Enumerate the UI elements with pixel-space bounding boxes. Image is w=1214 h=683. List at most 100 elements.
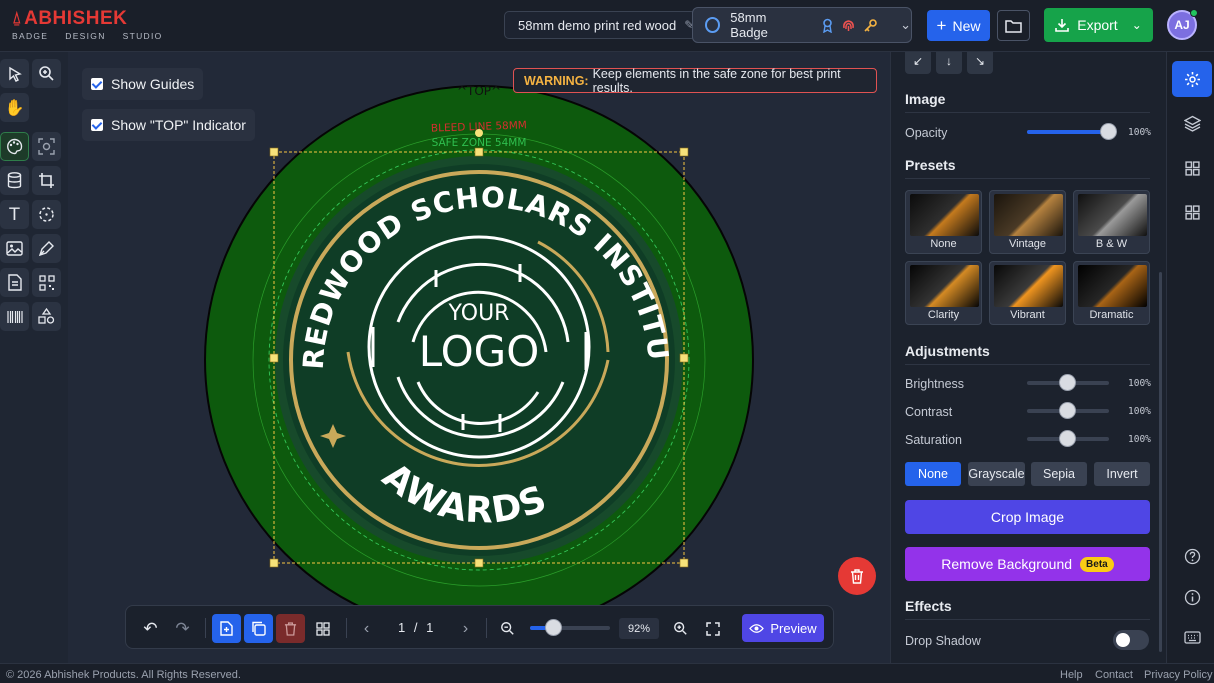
left-toolbar: ✋ T	[0, 52, 68, 663]
elements-tab[interactable]	[1172, 194, 1212, 230]
grid-icon	[1184, 160, 1200, 176]
new-button[interactable]: + New	[927, 10, 990, 41]
pan-tool-button[interactable]: ✋	[0, 93, 29, 122]
brightness-slider-knob[interactable]	[1059, 374, 1076, 391]
zoom-slider[interactable]	[530, 619, 610, 636]
show-top-checkbox[interactable]	[91, 119, 103, 131]
grid-view-button[interactable]	[308, 614, 337, 643]
remove-background-label: Remove Background	[941, 556, 1073, 572]
face-detect-tool-button[interactable]	[32, 132, 61, 161]
templates-tab[interactable]	[1172, 150, 1212, 186]
dashed-circle-icon	[39, 207, 54, 222]
preset-dramatic[interactable]: Dramatic	[1073, 261, 1150, 325]
color-tool-button[interactable]	[0, 132, 29, 161]
duplicate-page-button[interactable]	[244, 614, 273, 643]
crop-image-button[interactable]: Crop Image	[905, 500, 1150, 534]
help-button[interactable]	[1172, 538, 1212, 574]
design-canvas[interactable]: REDWOOD SCHOLARS INSTITUTE AWARDS YOUR L…	[68, 52, 890, 663]
brightness-slider[interactable]	[1027, 374, 1109, 391]
badge-artwork[interactable]: REDWOOD SCHOLARS INSTITUTE AWARDS YOUR L…	[68, 52, 890, 663]
badge-type-select[interactable]: 58mm Badge ⌄	[692, 7, 912, 43]
filter-invert-button[interactable]: Invert	[1094, 462, 1150, 486]
filter-sepia-button[interactable]: Sepia	[1031, 462, 1087, 486]
circle-select-tool-button[interactable]	[32, 200, 61, 229]
opacity-slider[interactable]	[1027, 123, 1117, 140]
layers-icon	[1183, 115, 1201, 132]
preset-thumbnail	[910, 194, 979, 236]
database-tool-button[interactable]	[0, 166, 29, 195]
delete-page-button[interactable]	[276, 614, 305, 643]
show-guides-checkbox[interactable]	[91, 78, 103, 90]
safe-zone-warning: WARNING: Keep elements in the safe zone …	[513, 67, 877, 95]
opacity-slider-knob[interactable]	[1100, 123, 1117, 140]
footer-contact-link[interactable]: Contact	[1095, 669, 1133, 681]
drop-shadow-toggle[interactable]	[1113, 630, 1149, 650]
pen-tool-button[interactable]	[32, 234, 61, 263]
award-ribbon-icon	[823, 18, 832, 33]
zoom-in-button[interactable]	[666, 614, 695, 643]
contrast-slider[interactable]	[1027, 402, 1109, 419]
align-bottom-button[interactable]: ↓	[936, 52, 962, 74]
keyboard-icon	[1183, 630, 1201, 644]
keyboard-shortcuts-button[interactable]	[1172, 619, 1212, 655]
rotate-handle[interactable]	[475, 129, 483, 137]
qr-tool-button[interactable]	[32, 268, 61, 297]
document-name-field[interactable]: 58mm demo print red wood ✎	[504, 11, 696, 39]
redo-button[interactable]: ↷	[168, 614, 197, 643]
preset-clarity[interactable]: Clarity	[905, 261, 982, 325]
filter-grayscale-button[interactable]: Grayscale	[968, 462, 1025, 486]
show-guides-label: Show Guides	[111, 76, 195, 92]
layers-tab[interactable]	[1172, 105, 1212, 141]
show-guides-toggle[interactable]: Show Guides	[82, 68, 204, 100]
open-folder-button[interactable]	[997, 10, 1030, 41]
filter-none-button[interactable]: None	[905, 462, 961, 486]
align-bottom-left-button[interactable]: ↙	[905, 52, 931, 74]
info-button[interactable]	[1172, 579, 1212, 615]
settings-tab[interactable]	[1172, 61, 1212, 97]
zoom-tool-button[interactable]	[32, 59, 61, 88]
saturation-slider-knob[interactable]	[1059, 430, 1076, 447]
preset-vibrant[interactable]: Vibrant	[989, 261, 1066, 325]
preset-thumbnail	[994, 265, 1063, 307]
add-page-button[interactable]	[212, 614, 241, 643]
align-bottom-right-button[interactable]: ↘	[967, 52, 993, 74]
brand-logo[interactable]: ⍙ ABHISHEK BADGE DESIGN STUDIO	[12, 8, 163, 41]
brand-tagline-3: STUDIO	[122, 31, 163, 41]
footer-privacy-link[interactable]: Privacy Policy	[1144, 669, 1212, 681]
undo-button[interactable]: ↶	[136, 614, 165, 643]
chevron-right-icon: ›	[462, 619, 469, 637]
contrast-slider-knob[interactable]	[1059, 402, 1076, 419]
preview-button[interactable]: Preview	[742, 614, 824, 642]
zoom-slider-knob[interactable]	[545, 619, 562, 636]
preset-none[interactable]: None	[905, 190, 982, 254]
preview-label: Preview	[770, 620, 817, 636]
crop-tool-button[interactable]	[32, 166, 61, 195]
redo-icon: ↷	[175, 618, 190, 638]
show-top-indicator-toggle[interactable]: Show "TOP" Indicator	[82, 109, 255, 141]
key-icon	[864, 18, 877, 32]
prev-page-button[interactable]: ‹	[352, 614, 381, 643]
export-button[interactable]: Export ⌄	[1044, 8, 1153, 42]
footer-help-link[interactable]: Help	[1060, 669, 1083, 681]
panel-scrollbar[interactable]	[1159, 272, 1162, 652]
zoom-value[interactable]: 92%	[619, 618, 659, 639]
badge-type-label: 58mm Badge	[730, 10, 768, 40]
barcode-tool-button[interactable]	[0, 302, 29, 331]
saturation-slider[interactable]	[1027, 430, 1109, 447]
preset-bw[interactable]: B & W	[1073, 190, 1150, 254]
image-tool-button[interactable]	[0, 234, 29, 263]
brightness-value: 100%	[1128, 378, 1151, 389]
fullscreen-icon	[705, 621, 720, 636]
text-tool-button[interactable]: T	[0, 200, 29, 229]
delete-element-button[interactable]	[838, 557, 876, 595]
preset-vintage[interactable]: Vintage	[989, 190, 1066, 254]
fit-screen-button[interactable]	[698, 614, 727, 643]
preset-thumbnail	[994, 194, 1063, 236]
select-tool-button[interactable]	[0, 59, 29, 88]
page-current: 1	[398, 620, 406, 635]
document-tool-button[interactable]	[0, 268, 29, 297]
shapes-tool-button[interactable]	[32, 302, 61, 331]
remove-background-button[interactable]: Remove Background Beta	[905, 547, 1150, 581]
zoom-out-button[interactable]	[493, 614, 522, 643]
next-page-button[interactable]: ›	[451, 614, 480, 643]
